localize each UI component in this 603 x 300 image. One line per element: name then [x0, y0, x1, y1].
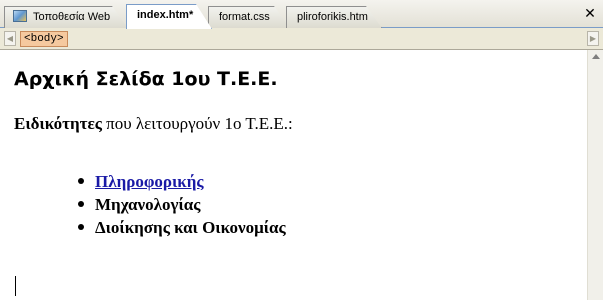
website-icon [13, 10, 27, 22]
text-cursor [15, 276, 16, 296]
list-item: Πληροφορικής [78, 170, 286, 193]
specialty-mixanologias: Μηχανολογίας [95, 195, 201, 214]
list-item: Διοίκησης και Οικονομίας [78, 216, 286, 239]
specialties-list: Πληροφορικής Μηχανολογίας Διοίκησης και … [78, 170, 286, 239]
intro-bold-text: Ειδικότητες [14, 114, 102, 133]
scroll-right-icon[interactable]: ▶ [587, 31, 599, 46]
tab-pliroforikis-label: pliroforikis.htm [297, 11, 368, 23]
specialty-dioikisis: Διοίκησης και Οικονομίας [95, 218, 286, 237]
tab-site[interactable]: Τοποθεσία Web [4, 6, 128, 28]
vertical-scrollbar[interactable] [587, 50, 603, 300]
tab-index-label: index.htm* [137, 9, 194, 21]
tab-format-label: format.css [219, 11, 270, 23]
intro-text: που λειτουργούν 1ο Τ.Ε.Ε.: [101, 114, 293, 133]
design-view[interactable]: Αρχική Σελίδα 1ου Τ.Ε.Ε. Ειδικότητες που… [0, 50, 587, 300]
document-tab-bar: Τοποθεσία Web index.htm* format.css plir… [0, 0, 603, 28]
tab-pliroforikis-htm[interactable]: pliroforikis.htm [286, 6, 382, 28]
scroll-left-icon[interactable]: ◀ [4, 31, 16, 46]
tag-selector-bar: ◀ <body> ▶ [0, 28, 603, 50]
intro-paragraph: Ειδικότητες που λειτουργούν 1ο Τ.Ε.Ε.: [14, 114, 293, 134]
tab-index-htm[interactable]: index.htm* [126, 4, 212, 29]
list-item: Μηχανολογίας [78, 193, 286, 216]
page-heading: Αρχική Σελίδα 1ου Τ.Ε.Ε. [14, 68, 278, 90]
tab-format-css[interactable]: format.css [208, 6, 290, 28]
body-tag-selector[interactable]: <body> [20, 31, 68, 47]
close-document-icon[interactable]: ✕ [583, 6, 597, 20]
tab-site-label: Τοποθεσία Web [33, 11, 111, 23]
specialty-link-pliroforikis[interactable]: Πληροφορικής [95, 172, 204, 191]
scroll-up-icon[interactable] [592, 54, 600, 59]
